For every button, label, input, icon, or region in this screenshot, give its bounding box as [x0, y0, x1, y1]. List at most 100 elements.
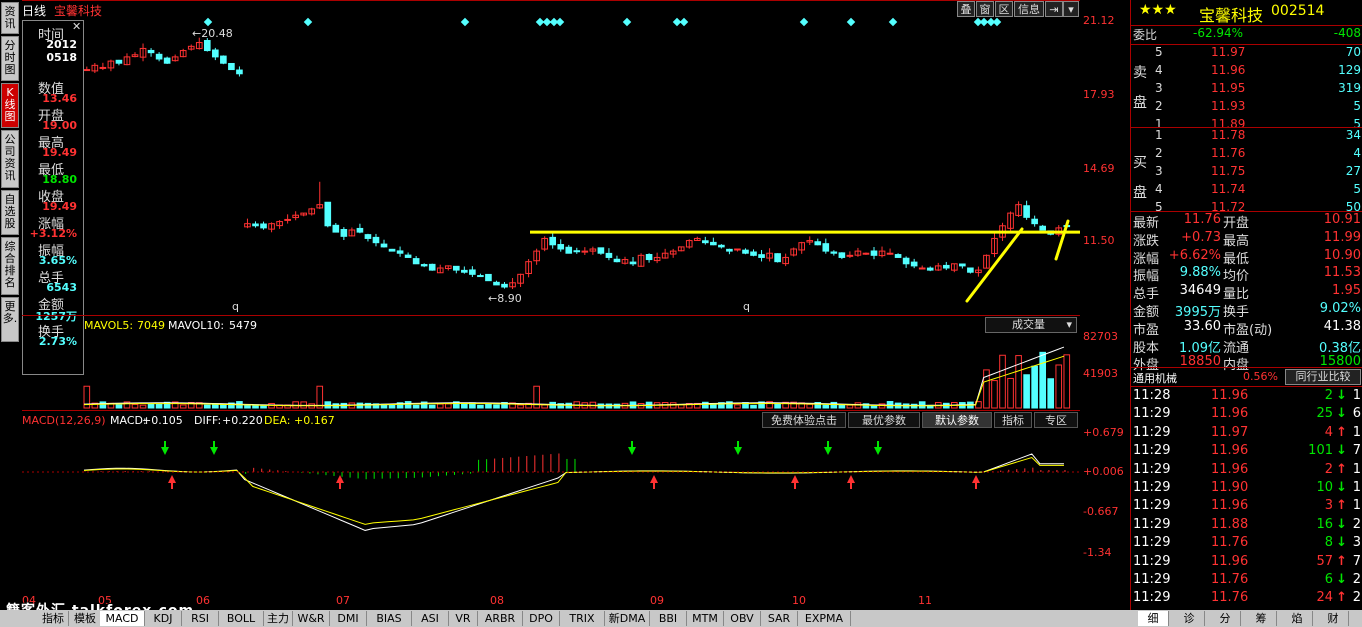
bid-price: 11.76 — [1211, 146, 1246, 160]
quote-tab-3[interactable]: 筹 — [1246, 611, 1277, 626]
bottom-tab-arbr[interactable]: ARBR — [478, 611, 523, 626]
bottom-tab-expma[interactable]: EXPMA — [798, 611, 851, 626]
bottom-tab-dpo[interactable]: DPO — [523, 611, 560, 626]
volume-bar — [436, 403, 444, 409]
left-tab-6[interactable]: 更多. — [1, 297, 19, 342]
bid-level: 2 — [1155, 146, 1163, 160]
ask-volume: 319 — [1338, 81, 1361, 95]
bottom-tab-1[interactable]: 模板 — [70, 611, 101, 626]
candle — [364, 233, 372, 242]
candle — [774, 253, 781, 263]
bottom-tab-label: 模板 — [74, 612, 96, 625]
high-annotation: ←20.48 — [192, 27, 233, 40]
candle — [509, 277, 516, 290]
ask-price: 11.95 — [1211, 81, 1246, 95]
candle — [734, 248, 741, 252]
arrow-down-icon: ↓ — [1336, 572, 1347, 587]
candle — [862, 252, 870, 255]
industry-name[interactable]: 通用机械 — [1133, 370, 1177, 386]
candle — [179, 48, 187, 58]
left-tab-3[interactable]: 公司资讯 — [1, 130, 19, 188]
ask-price: 11.93 — [1211, 99, 1246, 113]
quote-tab-bar: 细诊分筹焰财 — [1130, 610, 1362, 627]
close-icon[interactable]: ✕ — [72, 20, 81, 33]
arrow-down-icon: ↓ — [1336, 480, 1347, 495]
info-value: 0518 — [46, 51, 77, 64]
left-tab-5[interactable]: 综合排名 — [1, 237, 19, 295]
macd-button-4[interactable]: 专区 — [1034, 412, 1078, 428]
bottom-tab-0[interactable]: 指标 — [38, 611, 69, 626]
tick-count: 7 — [1352, 553, 1361, 569]
quote-tab-2[interactable]: 分 — [1210, 611, 1241, 626]
bottom-tab-sar[interactable]: SAR — [761, 611, 798, 626]
left-tab-2[interactable]: K线图 — [1, 83, 19, 128]
tick-price: 11.96 — [1211, 388, 1249, 403]
bottom-tab-vr[interactable]: VR — [449, 611, 478, 626]
candle — [308, 207, 316, 216]
bottom-tab-bias[interactable]: BIAS — [367, 611, 412, 626]
macd-button-1[interactable]: 最优参数 — [848, 412, 920, 428]
stat-label: 股本 — [1133, 340, 1160, 356]
stat-label: 换手 — [1223, 305, 1250, 320]
bottom-tab-obv[interactable]: OBV — [724, 611, 761, 626]
bottom-tab-mtm[interactable]: MTM — [687, 611, 724, 626]
candle — [372, 233, 380, 247]
diff-line — [83, 453, 1064, 531]
bottom-tab-trix[interactable]: TRIX — [560, 611, 605, 626]
candle — [107, 59, 115, 72]
bottom-tab-boll[interactable]: BOLL — [219, 611, 264, 626]
macd-button-2[interactable]: 默认参数 — [922, 412, 992, 428]
candle — [991, 233, 998, 258]
bottom-tab-kdj[interactable]: KDJ — [145, 611, 182, 626]
candle — [975, 266, 982, 277]
bottom-tab-rsi[interactable]: RSI — [182, 611, 219, 626]
stat-value: +6.62% — [1168, 247, 1221, 263]
left-tab-0[interactable]: 资讯 — [1, 2, 19, 34]
candle — [565, 244, 573, 254]
quote-tab-1[interactable]: 诊 — [1174, 611, 1205, 626]
bottom-tab-新dma[interactable]: 新DMA — [605, 611, 650, 626]
macd-button-0[interactable]: 免费体验点击 — [762, 412, 846, 428]
candle — [228, 62, 235, 71]
candle — [653, 252, 661, 264]
left-tab-1[interactable]: 分时图 — [1, 36, 19, 81]
candlestick-pane[interactable]: ←20.48 ←8.90 q q — [22, 0, 1080, 316]
tick-price: 11.96 — [1211, 443, 1249, 459]
tick-count: 2 — [1352, 590, 1361, 606]
signal-diamond — [622, 17, 632, 27]
volume-bar — [710, 404, 717, 409]
bottom-tab-asi[interactable]: ASI — [412, 611, 449, 626]
candle — [276, 220, 283, 229]
bottom-tab-label: 新DMA — [608, 612, 646, 625]
bottom-tab-主力[interactable]: 主力 — [264, 611, 293, 626]
bottom-tab-dmi[interactable]: DMI — [330, 611, 367, 626]
candle — [878, 246, 886, 258]
macd-button-label: 专区 — [1045, 414, 1067, 427]
weicha-value: -408 — [1333, 26, 1361, 40]
macd-tick: -0.667 — [1083, 505, 1119, 518]
volume-bar — [1031, 365, 1038, 409]
indicator-select[interactable]: 成交量 ▾ — [985, 317, 1077, 333]
ask-level: 5 — [1155, 45, 1163, 59]
date-tick: 09 — [650, 594, 664, 607]
candle — [750, 249, 757, 257]
volume-bar — [477, 404, 484, 409]
quote-tab-5[interactable]: 财 — [1318, 611, 1349, 626]
bid-level: 1 — [1155, 128, 1163, 142]
left-tab-label: 分时图 — [4, 39, 16, 76]
quote-tab-4[interactable]: 焰 — [1282, 611, 1313, 626]
candle — [525, 259, 532, 278]
bottom-tab-macd[interactable]: MACD — [100, 611, 145, 626]
weibi-label: 委比 — [1133, 28, 1158, 42]
tick-volume: 6 — [1324, 572, 1333, 587]
macd-pane[interactable]: MACD(12,26,9) MACD: +0.105 DIFF: +0.220 … — [22, 410, 1080, 594]
volume-pane[interactable]: MAVOL5: 7049 MAVOL10: 5479 成交量 ▾ — [22, 315, 1080, 411]
quote-tab-0[interactable]: 细 — [1138, 611, 1169, 626]
macd-button-3[interactable]: 指标 — [994, 412, 1032, 428]
bottom-tab-label: TRIX — [569, 612, 595, 625]
bottom-tab-w&r[interactable]: W&R — [293, 611, 330, 626]
bottom-tab-bbi[interactable]: BBI — [650, 611, 687, 626]
left-tab-4[interactable]: 自选股 — [1, 190, 19, 235]
candle — [99, 62, 107, 71]
industry-compare-button[interactable]: 同行业比较 — [1285, 369, 1361, 385]
